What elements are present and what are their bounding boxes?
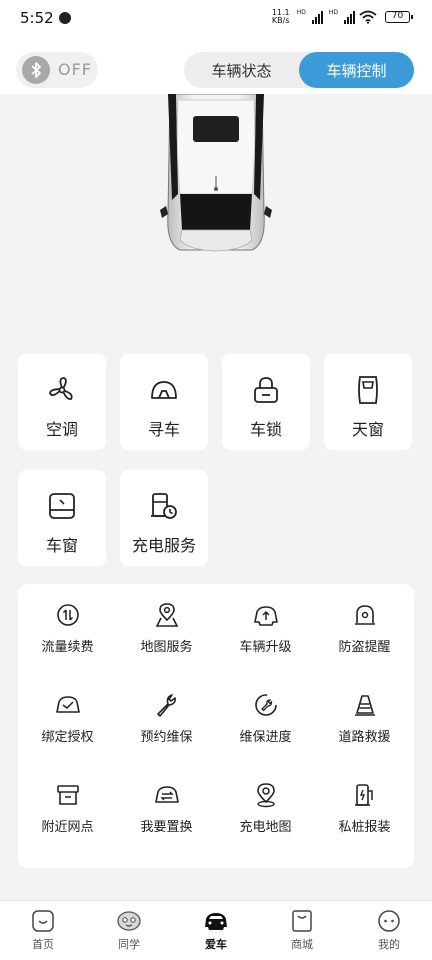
wifi-icon bbox=[359, 10, 377, 24]
tab-label: 同学 bbox=[118, 938, 140, 951]
quick-control-label: 天窗 bbox=[351, 420, 384, 439]
tab-vehicle-status[interactable]: 车辆状态 bbox=[184, 52, 299, 88]
alarm-icon bbox=[354, 605, 375, 625]
quick-control-charging[interactable]: 充电服务 bbox=[120, 470, 208, 566]
fuel-pump-icon bbox=[354, 784, 373, 806]
status-bar: 5:52 11.1 KB/s HD HD 70 bbox=[0, 0, 432, 36]
quick-control-window[interactable]: 车窗 bbox=[18, 470, 106, 566]
signal-icon-1 bbox=[311, 10, 323, 24]
service-label: 绑定授权 bbox=[41, 730, 94, 745]
tab-profile[interactable]: 我的 bbox=[359, 909, 419, 952]
tab-label: 爱车 bbox=[205, 938, 227, 951]
quick-control-find-car[interactable]: 寻车 bbox=[120, 354, 208, 450]
lock-icon bbox=[254, 377, 278, 403]
service-label: 我要置换 bbox=[140, 820, 193, 835]
tab-mall[interactable]: 商城 bbox=[272, 909, 332, 952]
quick-control-ac[interactable]: 空调 bbox=[18, 354, 106, 450]
service-charging-map[interactable]: 充电地图 bbox=[216, 782, 315, 846]
mascot-icon bbox=[117, 911, 141, 931]
store-icon bbox=[56, 785, 79, 805]
profile-face-icon bbox=[378, 910, 400, 932]
service-nearby-outlets[interactable]: 附近网点 bbox=[18, 782, 117, 846]
quick-control-label: 寻车 bbox=[147, 420, 180, 439]
network-speed: 11.1 KB/s bbox=[271, 8, 290, 25]
view-switcher: 车辆状态 车辆控制 bbox=[184, 52, 414, 88]
bluetooth-toggle[interactable]: OFF bbox=[16, 52, 98, 88]
home-icon bbox=[32, 910, 54, 932]
fan-icon bbox=[49, 377, 73, 401]
bluetooth-icon bbox=[31, 62, 41, 78]
status-indicators: 11.1 KB/s HD HD 70 bbox=[271, 8, 413, 25]
data-transfer-icon bbox=[56, 604, 79, 626]
service-label: 附近网点 bbox=[41, 820, 94, 835]
car-swap-icon bbox=[154, 786, 179, 803]
tab-vehicle-control[interactable]: 车辆控制 bbox=[299, 52, 414, 88]
service-private-charger[interactable]: 私桩报装 bbox=[315, 782, 414, 846]
quick-control-lock[interactable]: 车锁 bbox=[222, 354, 310, 450]
tab-label: 首页 bbox=[32, 938, 54, 951]
car-illustration bbox=[0, 94, 432, 344]
wrench-icon bbox=[156, 694, 176, 717]
quick-control-label: 充电服务 bbox=[131, 536, 196, 555]
hd-indicator-2: HD bbox=[328, 9, 338, 16]
tab-home[interactable]: 首页 bbox=[13, 909, 73, 952]
service-label: 充电地图 bbox=[239, 820, 292, 835]
status-time: 5:52 bbox=[20, 9, 54, 27]
sunroof-icon bbox=[358, 376, 378, 404]
service-label: 道路救援 bbox=[338, 730, 391, 745]
location-icon bbox=[256, 783, 275, 808]
quick-control-label: 车锁 bbox=[249, 420, 282, 439]
notification-icon bbox=[59, 12, 71, 24]
battery-level: 70 bbox=[391, 11, 404, 21]
hd-indicator-1: HD bbox=[296, 9, 306, 16]
vehicle-header: OFF 车辆状态 车辆控制 bbox=[0, 36, 432, 94]
service-anti-theft[interactable]: 防盗提醒 bbox=[315, 602, 414, 666]
service-map[interactable]: 地图服务 bbox=[117, 602, 216, 666]
service-book-maintenance[interactable]: 预约维保 bbox=[117, 692, 216, 756]
shopping-bag-icon bbox=[292, 910, 312, 932]
map-pin-icon bbox=[155, 603, 178, 627]
quick-control-label: 车窗 bbox=[45, 536, 78, 555]
service-vehicle-upgrade[interactable]: 车辆升级 bbox=[216, 602, 315, 666]
service-car-swap[interactable]: 我要置换 bbox=[117, 782, 216, 846]
tab-classmates[interactable]: 同学 bbox=[99, 909, 159, 952]
tab-label: 我的 bbox=[378, 938, 400, 951]
service-label: 预约维保 bbox=[140, 730, 193, 745]
car-icon bbox=[205, 913, 227, 930]
traffic-cone-icon bbox=[354, 695, 375, 716]
find-car-icon bbox=[151, 381, 177, 399]
quick-control-sunroof[interactable]: 天窗 bbox=[324, 354, 412, 450]
car-top-view bbox=[160, 94, 272, 252]
service-label: 维保进度 bbox=[239, 730, 292, 745]
service-progress-icon bbox=[254, 694, 277, 716]
service-data-renewal[interactable]: 流量续费 bbox=[18, 602, 117, 666]
bluetooth-state: OFF bbox=[58, 60, 92, 79]
service-label: 防盗提醒 bbox=[338, 640, 391, 655]
bottom-tab-bar: 首页 同学 爱车 商城 我的 bbox=[0, 900, 432, 960]
battery-icon: 70 bbox=[385, 11, 413, 23]
service-bind-authorize[interactable]: 绑定授权 bbox=[18, 692, 117, 756]
car-window-icon bbox=[49, 493, 75, 519]
signal-icon-2 bbox=[344, 10, 355, 24]
tab-label: 商城 bbox=[291, 938, 313, 951]
service-road-rescue[interactable]: 道路救援 bbox=[315, 692, 414, 756]
services-panel: 流量续费 地图服务 车辆升级 防盗提醒 绑定授权 预约维保 维保进度 道路救援 … bbox=[18, 584, 414, 868]
service-label: 地图服务 bbox=[140, 640, 193, 655]
charging-station-icon bbox=[151, 493, 177, 519]
service-label: 流量续费 bbox=[41, 640, 94, 655]
tab-my-car[interactable]: 爱车 bbox=[186, 909, 246, 952]
car-check-icon bbox=[55, 696, 80, 713]
service-label: 车辆升级 bbox=[239, 640, 292, 655]
bluetooth-knob bbox=[22, 56, 50, 84]
service-maintenance-progress[interactable]: 维保进度 bbox=[216, 692, 315, 756]
quick-control-label: 空调 bbox=[45, 420, 78, 439]
service-label: 私桩报装 bbox=[338, 820, 391, 835]
car-upgrade-icon bbox=[253, 606, 278, 626]
